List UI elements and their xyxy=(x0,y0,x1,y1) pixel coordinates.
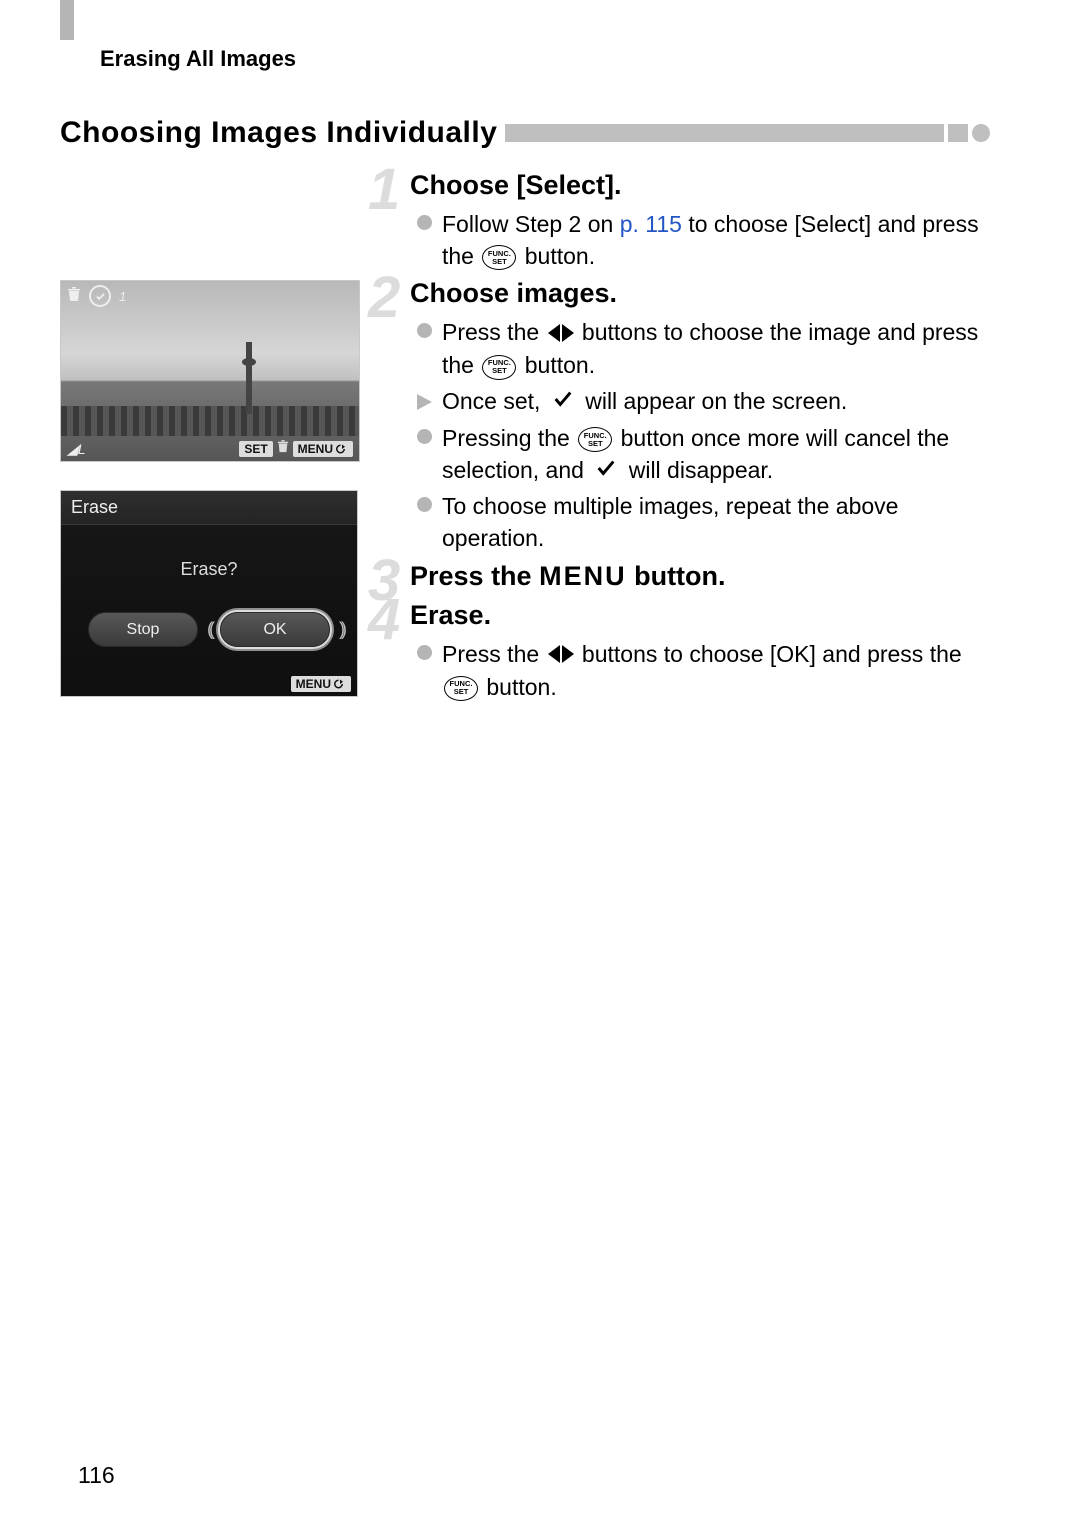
erase-dialog-title: Erase xyxy=(61,491,357,525)
func-set-icon: FUNC.SET xyxy=(578,427,612,452)
lcd-erase-dialog: Erase Erase? Stop OK MENU xyxy=(60,490,358,697)
bullet-disc-icon xyxy=(414,317,434,338)
step-number-2: 2 xyxy=(368,264,400,331)
step-1: 1 Choose [Select]. Follow Step 2 on p. 1… xyxy=(376,170,990,272)
section-title: Choosing Images Individually xyxy=(60,116,497,150)
title-rule xyxy=(505,124,944,142)
step-1-text: Follow Step 2 on p. 115 to choose [Selec… xyxy=(442,209,990,272)
bullet-disc-icon xyxy=(414,491,434,512)
page-link-115[interactable]: p. 115 xyxy=(620,211,682,237)
erase-question: Erase? xyxy=(61,559,357,580)
menu-tag: MENU xyxy=(293,441,353,457)
title-rule-seg xyxy=(948,124,968,142)
step-1-title: Choose [Select]. xyxy=(410,170,990,201)
func-set-icon: FUNC.SET xyxy=(444,676,478,701)
step-2-text-4: To choose multiple images, repeat the ab… xyxy=(442,491,990,554)
section-tab xyxy=(60,0,74,40)
running-header: Erasing All Images xyxy=(100,46,990,72)
set-tag: SET xyxy=(239,441,272,457)
step-4-text: Press the buttons to choose [OK] and pre… xyxy=(442,639,990,704)
step-3-title: Press the MENU button. xyxy=(410,561,990,592)
step-number-4: 4 xyxy=(368,586,400,653)
title-rule-dot xyxy=(972,124,990,142)
menu-button-label: MENU xyxy=(539,561,627,591)
step-2-text-1: Press the buttons to choose the image an… xyxy=(442,317,990,382)
step-2-title: Choose images. xyxy=(410,278,990,309)
section-title-row: Choosing Images Individually xyxy=(60,116,990,150)
checkmark-icon xyxy=(595,456,617,488)
left-right-arrows-icon xyxy=(548,640,574,672)
checkmark-icon xyxy=(552,387,574,419)
step-4-title: Erase. xyxy=(410,600,990,631)
trash-small-icon xyxy=(277,440,289,458)
menu-tag-erase: MENU xyxy=(291,676,351,692)
selected-count: 1 xyxy=(119,289,126,304)
check-circle-icon xyxy=(89,285,111,307)
page-number: 116 xyxy=(78,1462,115,1489)
step-2-text-3: Pressing the FUNC.SET button once more w… xyxy=(442,423,990,488)
image-size-indicator: ◢L xyxy=(67,441,86,458)
step-3: 3 Press the MENU button. xyxy=(376,561,990,592)
left-right-arrows-icon xyxy=(548,319,574,351)
step-2-text-2: Once set, will appear on the screen. xyxy=(442,386,847,419)
stop-button[interactable]: Stop xyxy=(88,612,198,647)
lcd-select-preview: 1 ◢L SET MENU xyxy=(60,280,360,462)
bullet-disc-icon xyxy=(414,423,434,444)
trash-icon xyxy=(67,287,81,305)
bullet-disc-icon xyxy=(414,209,434,230)
ok-button[interactable]: OK xyxy=(220,612,330,647)
func-set-icon: FUNC.SET xyxy=(482,245,516,270)
func-set-icon: FUNC.SET xyxy=(482,355,516,380)
bullet-disc-icon xyxy=(414,639,434,660)
bullet-triangle-icon xyxy=(414,386,434,410)
step-number-1: 1 xyxy=(368,156,400,223)
step-4: 4 Erase. Press the buttons to choose [OK… xyxy=(376,600,990,704)
step-2: 2 Choose images. Press the buttons to ch… xyxy=(376,278,990,554)
